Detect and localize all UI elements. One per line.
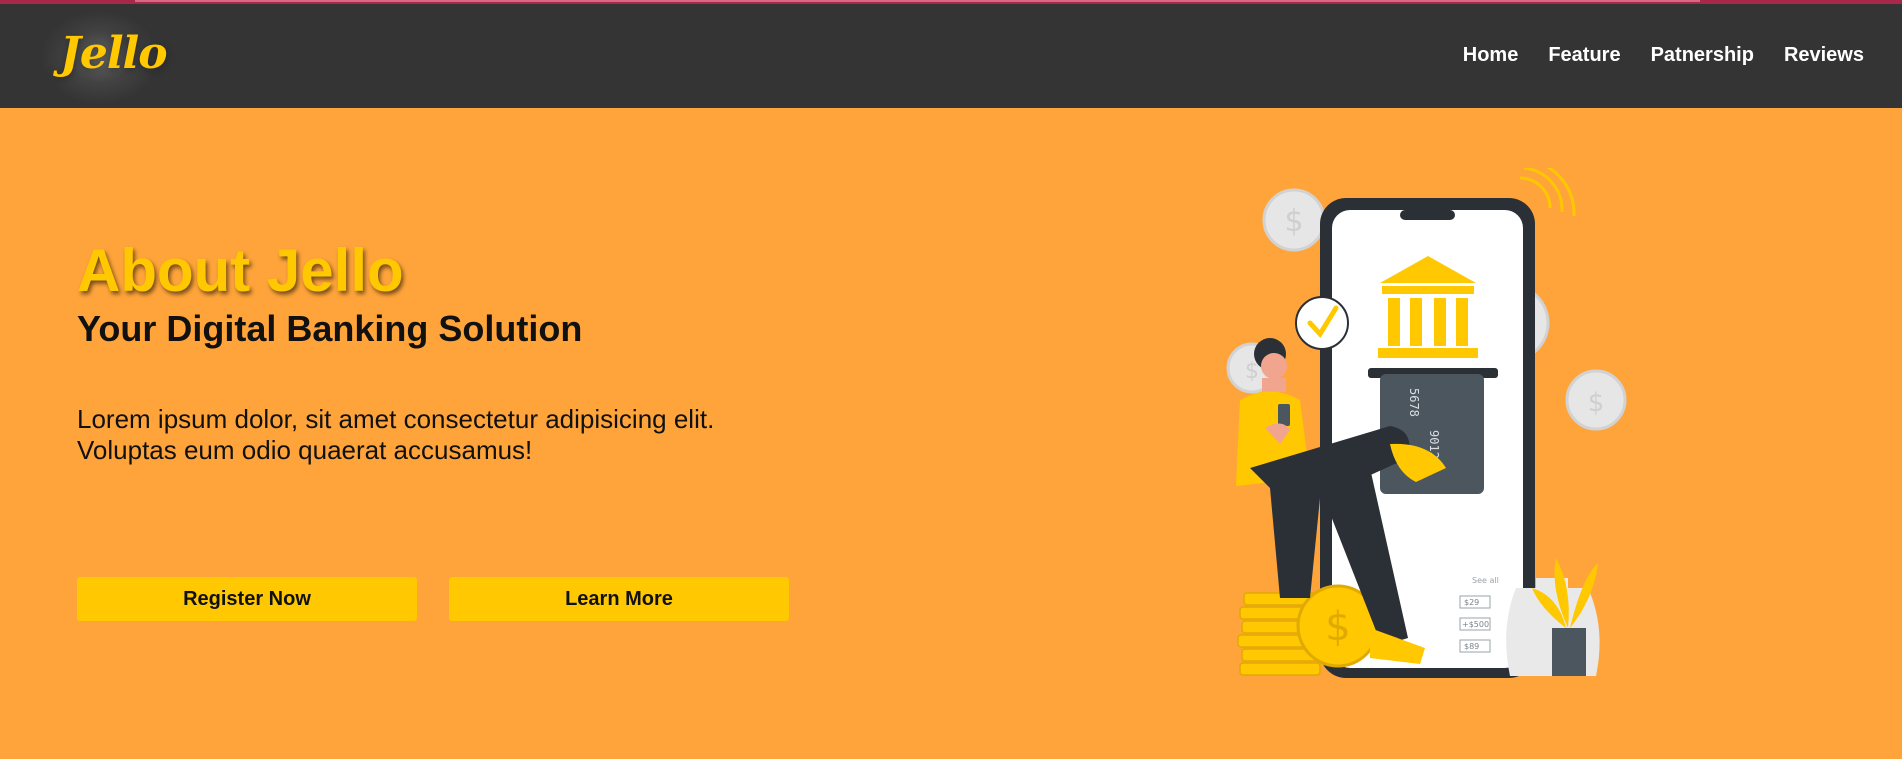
learn-more-button[interactable]: Learn More [449,577,789,621]
svg-text:$: $ [1325,604,1350,650]
amount-1: $29 [1464,598,1479,607]
register-now-button[interactable]: Register Now [77,577,417,621]
nav-feature[interactable]: Feature [1548,44,1620,67]
card-digits-1: 5678 [1407,388,1421,417]
nav-home[interactable]: Home [1463,44,1519,67]
banking-phone-illustration: $ $ $ $ 5678 9012 See all [1226,168,1627,678]
hero-section: About Jello Your Digital Banking Solutio… [0,108,1902,759]
nav-reviews[interactable]: Reviews [1784,44,1864,67]
svg-text:$: $ [1284,204,1303,239]
hero-description-line1: Lorem ipsum dolor, sit amet consectetur … [77,404,715,434]
nav-partnership[interactable]: Patnership [1651,44,1754,67]
site-header: Jello Home Feature Patnership Reviews [0,4,1902,108]
check-bubble-icon [1295,296,1349,350]
amount-2: +$500 [1462,620,1489,629]
hero-description: Lorem ipsum dolor, sit amet consectetur … [77,404,877,466]
hero-title: About Jello [77,237,404,304]
hero-subtitle: Your Digital Banking Solution [77,308,583,349]
plant-pot [1552,628,1586,676]
main-nav: Home Feature Patnership Reviews [1463,44,1864,67]
see-all-label: See all [1472,576,1499,585]
hero-description-line2: Voluptas eum odio quaerat accusamus! [77,435,533,465]
amount-3: $89 [1464,642,1479,651]
brand-logo[interactable]: Jello [60,28,168,79]
svg-text:$: $ [1588,388,1605,418]
